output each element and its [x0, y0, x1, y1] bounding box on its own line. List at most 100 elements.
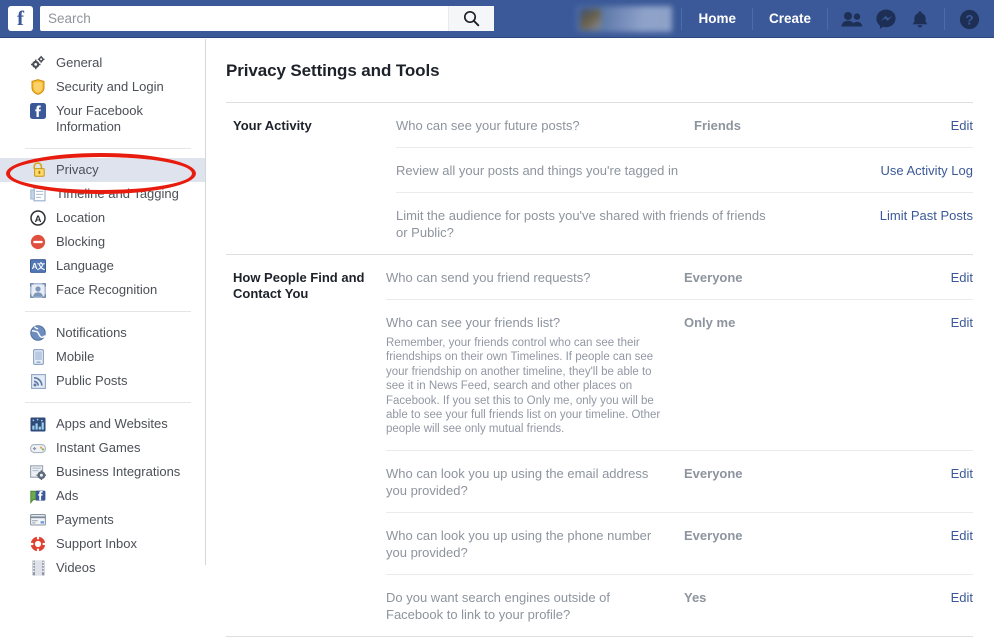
setting-action-link[interactable]: Edit — [854, 269, 973, 286]
setting-row: Who can see your friends list? Remember,… — [386, 299, 973, 450]
spacer — [0, 39, 205, 51]
setting-value: Everyone — [684, 269, 854, 286]
setting-action-link[interactable]: Limit Past Posts — [864, 207, 973, 224]
sidebar-item-business-integrations[interactable]: Business Integrations — [0, 460, 205, 484]
top-bar-right-group: Home Create — [576, 0, 994, 38]
language-icon: A 文 — [30, 258, 46, 274]
credit-card-icon — [30, 512, 46, 528]
sidebar-item-label: Blocking — [56, 234, 105, 250]
search-icon — [463, 10, 480, 27]
sidebar-item-public-posts[interactable]: Public Posts — [0, 369, 205, 393]
main-content: Privacy Settings and Tools Your Activity… — [207, 39, 994, 565]
settings-sidebar: General Security and Login Your Facebook… — [0, 39, 206, 565]
rss-icon — [30, 373, 46, 389]
setting-action-link[interactable]: Edit — [864, 117, 973, 134]
setting-description: Remember, your friends control who can s… — [386, 336, 670, 437]
section-how-people-find-and-contact-you: How People Find and Contact You Who can … — [226, 254, 973, 636]
timeline-icon — [30, 186, 46, 202]
sidebar-group-apps: Apps and Websites Instant Games — [0, 412, 205, 580]
setting-question: Do you want search engines outside of Fa… — [386, 589, 684, 623]
sidebar-item-label: Timeline and Tagging — [56, 186, 179, 202]
setting-question-wrap: Who can see your friends list? Remember,… — [386, 314, 684, 437]
divider — [752, 8, 753, 30]
sidebar-divider — [25, 148, 191, 149]
sidebar-item-apps-and-websites[interactable]: Apps and Websites — [0, 412, 205, 436]
sidebar-item-face-recognition[interactable]: Face Recognition — [0, 278, 205, 302]
sidebar-divider — [25, 402, 191, 403]
search-input[interactable] — [40, 7, 448, 30]
gamepad-icon — [30, 440, 46, 456]
search-box[interactable] — [40, 6, 494, 31]
sidebar-item-location[interactable]: A Location — [0, 206, 205, 230]
film-strip-icon — [30, 560, 46, 576]
setting-value: Everyone — [684, 527, 854, 544]
top-navigation-bar: f Home Create — [0, 0, 994, 38]
svg-text:?: ? — [965, 12, 973, 27]
ads-icon — [30, 488, 46, 504]
sidebar-item-label: Apps and Websites — [56, 416, 168, 432]
sidebar-item-label: Face Recognition — [56, 282, 157, 298]
setting-action-link[interactable]: Use Activity Log — [864, 162, 973, 179]
setting-question: Who can send you friend requests? — [386, 269, 684, 286]
setting-action-link[interactable]: Edit — [854, 314, 973, 331]
search-button[interactable] — [448, 6, 494, 31]
sidebar-item-security-and-login[interactable]: Security and Login — [0, 75, 205, 99]
section-label: Your Activity — [226, 103, 396, 254]
divider — [827, 8, 828, 30]
globe-icon — [30, 325, 46, 341]
sidebar-item-label: Videos — [56, 560, 96, 576]
divider — [681, 8, 682, 30]
sidebar-item-language[interactable]: A 文 Language — [0, 254, 205, 278]
sidebar-item-ads[interactable]: Ads — [0, 484, 205, 508]
messenger-button[interactable] — [869, 0, 903, 38]
location-icon: A — [30, 210, 46, 226]
page-title: Privacy Settings and Tools — [207, 39, 994, 81]
help-button[interactable]: ? — [952, 0, 986, 38]
setting-action-link[interactable]: Edit — [854, 589, 973, 606]
section-label: How People Find and Contact You — [226, 255, 386, 636]
setting-row: Who can send you friend requests? Everyo… — [386, 255, 973, 299]
sidebar-item-payments[interactable]: Payments — [0, 508, 205, 532]
friend-requests-icon — [841, 11, 863, 27]
sidebar-item-videos[interactable]: Videos — [0, 556, 205, 580]
lifebuoy-icon — [30, 536, 46, 552]
sidebar-item-label: Mobile — [56, 349, 94, 365]
sidebar-group-account: General Security and Login Your Facebook… — [0, 51, 205, 139]
sidebar-item-mobile[interactable]: Mobile — [0, 345, 205, 369]
sidebar-item-general[interactable]: General — [0, 51, 205, 75]
notifications-button[interactable] — [903, 0, 937, 38]
sidebar-item-privacy[interactable]: Privacy — [0, 158, 205, 182]
profile-name-redacted[interactable] — [576, 6, 672, 32]
setting-value: Friends — [694, 117, 864, 134]
mobile-phone-icon — [30, 349, 46, 365]
create-link[interactable]: Create — [760, 0, 820, 38]
sidebar-item-label: Notifications — [56, 325, 127, 341]
sidebar-item-instant-games[interactable]: Instant Games — [0, 436, 205, 460]
setting-row: Do you want search engines outside of Fa… — [386, 574, 973, 636]
messenger-icon — [876, 9, 896, 29]
shield-icon — [30, 79, 46, 95]
sidebar-item-label: Business Integrations — [56, 464, 180, 480]
sidebar-item-blocking[interactable]: Blocking — [0, 230, 205, 254]
sidebar-item-your-facebook-information[interactable]: Your Facebook Information — [0, 99, 205, 139]
notifications-bell-icon — [911, 10, 929, 29]
sidebar-divider — [25, 311, 191, 312]
sidebar-item-label: Ads — [56, 488, 78, 504]
sidebar-item-label: Instant Games — [56, 440, 141, 456]
setting-question: Review all your posts and things you're … — [396, 162, 786, 179]
setting-action-link[interactable]: Edit — [854, 465, 973, 482]
svg-text:文: 文 — [37, 261, 46, 271]
setting-row: Who can see your future posts? Friends E… — [396, 103, 973, 147]
sidebar-item-support-inbox[interactable]: Support Inbox — [0, 532, 205, 556]
sidebar-item-notifications[interactable]: Notifications — [0, 321, 205, 345]
sidebar-group-notifications: Notifications Mobile Publ — [0, 321, 205, 393]
setting-question: Limit the audience for posts you've shar… — [396, 207, 786, 241]
friend-requests-button[interactable] — [835, 0, 869, 38]
setting-action-link[interactable]: Edit — [854, 527, 973, 544]
lock-icon — [30, 162, 46, 178]
sidebar-item-timeline-and-tagging[interactable]: Timeline and Tagging — [0, 182, 205, 206]
facebook-logo-icon[interactable]: f — [8, 6, 33, 31]
sidebar-item-label: Your Facebook Information — [56, 103, 194, 135]
apps-icon — [30, 416, 46, 432]
home-link[interactable]: Home — [689, 0, 745, 38]
